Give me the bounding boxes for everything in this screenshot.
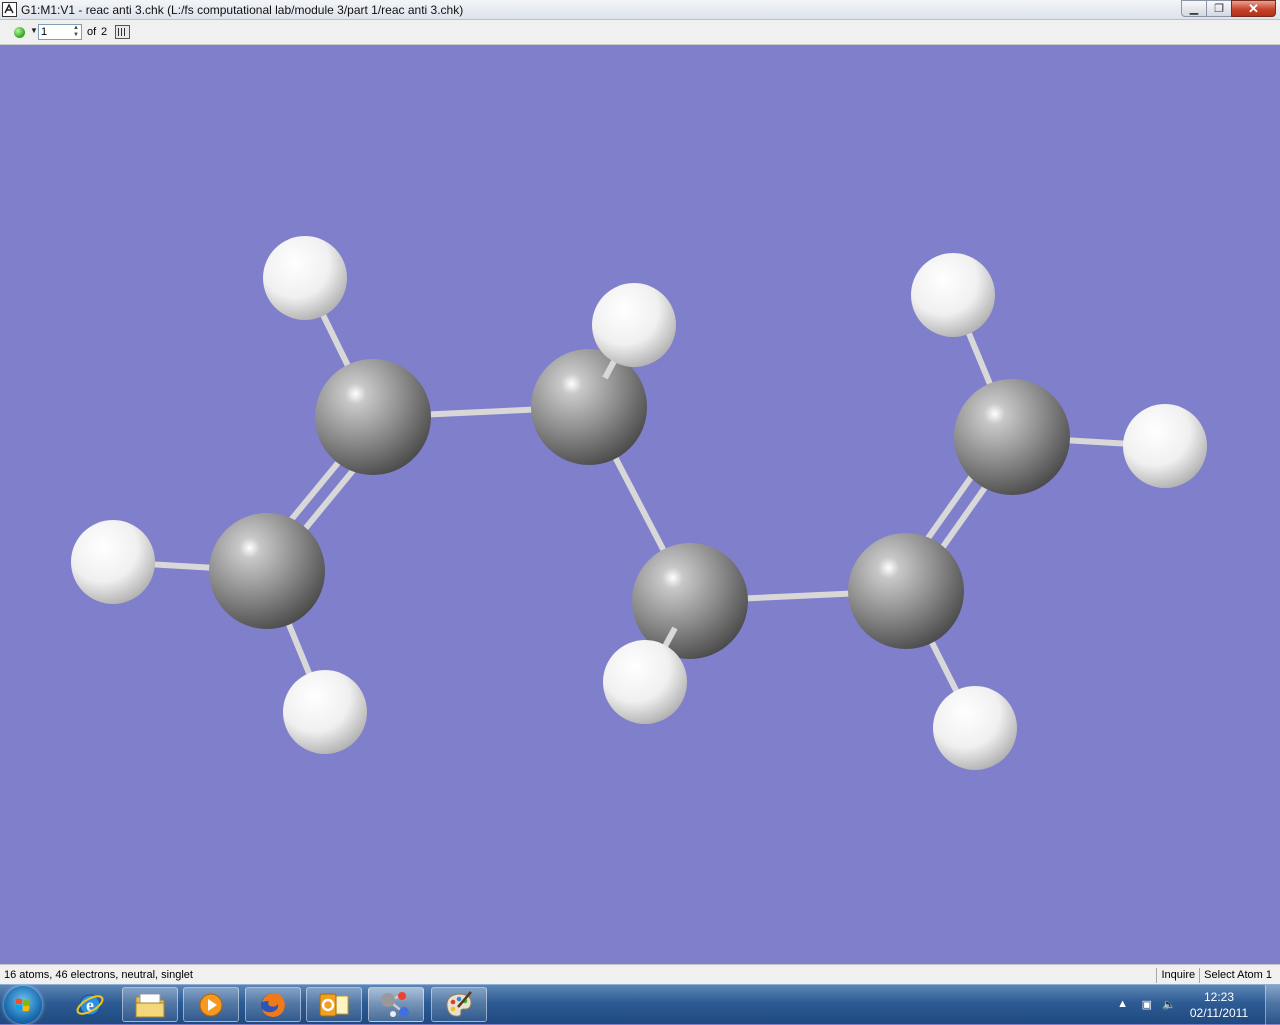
carbon-atom-c1[interactable] [315, 359, 431, 475]
title-bar: G1:M1:V1 - reac anti 3.chk (L:/fs comput… [0, 0, 1280, 20]
hydrogen-atom-h8[interactable] [1123, 404, 1207, 488]
frame-total: 2 [101, 26, 108, 38]
taskbar-media-player[interactable] [183, 987, 239, 1022]
folder-icon [135, 993, 165, 1017]
tray-clock[interactable]: 12:23 02/11/2011 [1182, 989, 1256, 1021]
network-icon[interactable]: ▣ [1142, 998, 1152, 1011]
restore-icon: ❐ [1214, 3, 1224, 15]
molecule-viewport[interactable] [0, 45, 1280, 964]
spin-up-icon[interactable]: ▲ [71, 25, 81, 32]
taskbar-outlook[interactable] [306, 987, 362, 1022]
minimize-button[interactable]: ▁ [1181, 0, 1207, 17]
show-hidden-icons-icon[interactable]: ▲ [1117, 998, 1128, 1010]
carbon-atom-c5[interactable] [848, 533, 964, 649]
taskbar-internet-explorer[interactable]: e [62, 987, 118, 1022]
spin-down-icon[interactable]: ▼ [71, 32, 81, 39]
status-bar: 16 atoms, 46 electrons, neutral, singlet… [0, 964, 1280, 984]
outlook-icon [319, 993, 349, 1016]
hydrogen-atom-h5[interactable] [603, 640, 687, 724]
hydrogen-atom-h1[interactable] [263, 236, 347, 320]
paint-palette-icon [446, 990, 472, 1017]
taskbar-firefox[interactable] [245, 987, 301, 1022]
hydrogen-atom-h2[interactable] [71, 520, 155, 604]
clock-date: 02/11/2011 [1189, 1006, 1249, 1020]
frame-spinner[interactable]: ▲ ▼ [71, 25, 81, 39]
mode-indicator: Inquire [1156, 968, 1199, 983]
volume-icon[interactable]: 🔈 [1162, 998, 1176, 1011]
taskbar-windows-explorer[interactable] [122, 987, 178, 1022]
animation-icon[interactable] [115, 25, 130, 39]
of-label: of [87, 26, 97, 38]
hydrogen-atom-h7[interactable] [911, 253, 995, 337]
molecule-canvas[interactable] [0, 45, 1280, 964]
restore-button[interactable]: ❐ [1206, 0, 1232, 17]
selection-indicator: Select Atom 1 [1199, 968, 1276, 983]
firefox-icon [261, 992, 285, 1017]
gaussview-icon [381, 991, 409, 1017]
minimize-icon: ▁ [1189, 3, 1199, 15]
carbon-atom-c2[interactable] [209, 513, 325, 629]
start-button[interactable] [4, 986, 42, 1024]
hydrogen-atom-h3[interactable] [283, 670, 367, 754]
taskbar-paint[interactable] [431, 987, 487, 1022]
clock-time: 12:23 [1203, 990, 1235, 1004]
chevron-down-icon[interactable]: ▼ [30, 26, 38, 35]
show-desktop-button[interactable] [1265, 985, 1280, 1025]
bond-c5-c6-b[interactable] [937, 483, 989, 554]
carbon-atom-c6[interactable] [954, 379, 1070, 495]
molecule-summary: 16 atoms, 46 electrons, neutral, singlet [4, 969, 193, 981]
gaussview-app-icon[interactable] [2, 2, 17, 17]
windows-logo-icon [16, 998, 30, 1012]
hydrogen-atom-h6[interactable] [933, 686, 1017, 770]
media-player-icon [199, 993, 223, 1016]
taskbar: e ▲ ▣ 🔈 12:23 02/11/2011 [0, 984, 1280, 1025]
window-title: G1:M1:V1 - reac anti 3.chk (L:/fs comput… [21, 3, 464, 17]
hydrogen-atom-h4[interactable] [592, 283, 676, 367]
taskbar-gaussview[interactable] [368, 987, 424, 1022]
frame-toolbar: ▼ ▲ ▼ of 2 [0, 20, 1280, 45]
internet-explorer-icon: e [76, 994, 104, 1015]
bond-c5-c6-a[interactable] [923, 473, 975, 544]
close-icon: ✕ [1248, 0, 1259, 16]
window-controls: ▁ ❐ ✕ [1181, 0, 1276, 18]
close-button[interactable]: ✕ [1231, 0, 1276, 17]
status-led-icon[interactable] [14, 27, 25, 38]
